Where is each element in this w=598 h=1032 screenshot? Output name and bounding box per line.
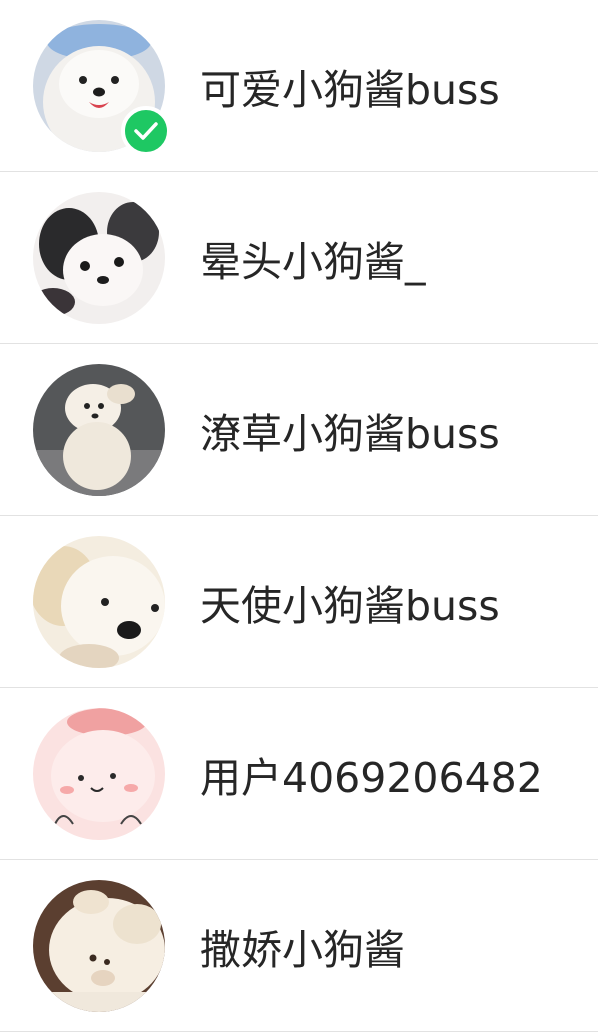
account-row[interactable]: 天使小狗酱buss xyxy=(0,516,598,688)
account-name: 可爱小狗酱buss xyxy=(200,65,500,114)
account-name: 潦草小狗酱buss xyxy=(200,409,500,458)
account-name: 用户4069206482 xyxy=(200,753,543,802)
avatar xyxy=(33,191,165,324)
avatar xyxy=(33,879,165,1012)
avatar-wrap xyxy=(33,707,165,840)
account-row[interactable]: 可爱小狗酱buss xyxy=(0,0,598,172)
account-row[interactable]: 晕头小狗酱_ xyxy=(0,172,598,344)
avatar-wrap xyxy=(33,879,165,1012)
account-name: 撒娇小狗酱 xyxy=(200,925,405,974)
avatar-wrap xyxy=(33,19,171,156)
account-list: 可爱小狗酱buss 晕头小狗酱_ 潦草小狗酱buss 天使小狗酱buss 用户4… xyxy=(0,0,598,1032)
account-row[interactable]: 用户4069206482 xyxy=(0,688,598,860)
checkmark-icon xyxy=(134,121,158,140)
avatar xyxy=(33,707,165,840)
account-row[interactable]: 潦草小狗酱buss xyxy=(0,344,598,516)
account-name: 晕头小狗酱_ xyxy=(200,237,426,286)
account-name: 天使小狗酱buss xyxy=(200,581,500,630)
avatar-wrap xyxy=(33,363,165,496)
account-row[interactable]: 撒娇小狗酱 xyxy=(0,860,598,1032)
avatar-wrap xyxy=(33,535,165,668)
selected-check-badge xyxy=(121,105,171,156)
avatar-wrap xyxy=(33,191,165,324)
avatar xyxy=(33,363,165,496)
avatar xyxy=(33,535,165,668)
